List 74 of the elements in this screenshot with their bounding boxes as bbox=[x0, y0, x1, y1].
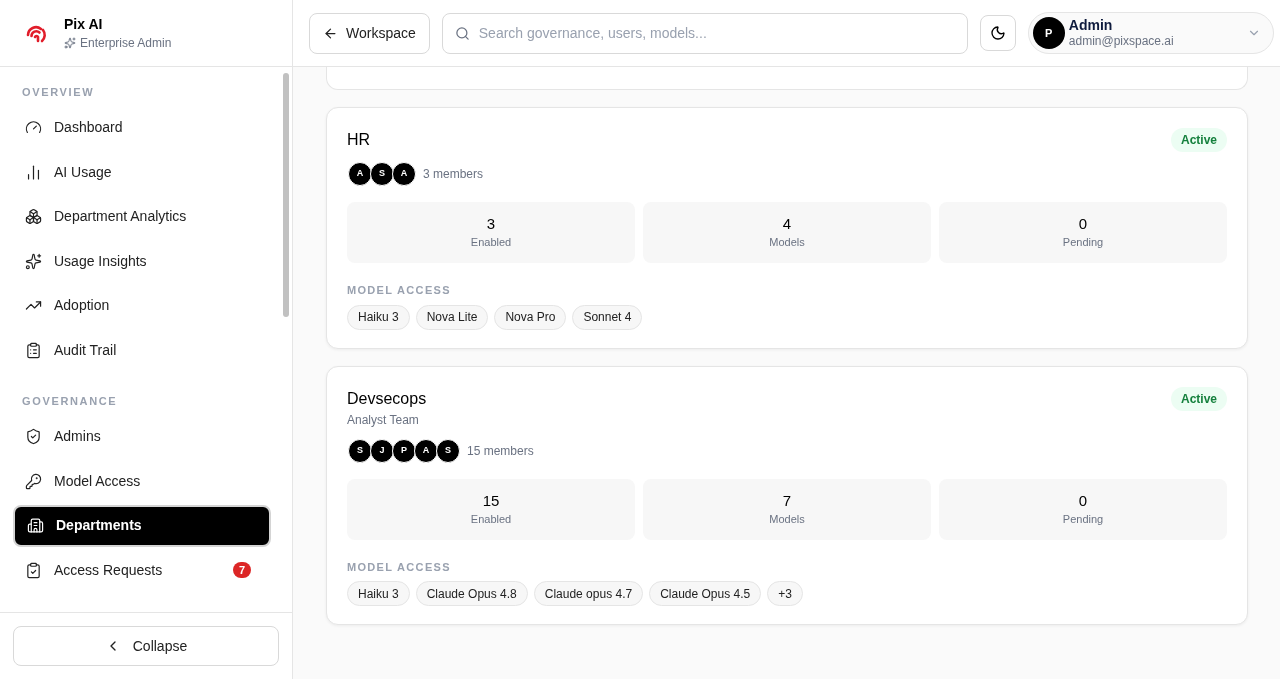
model-tag: Sonnet 4 bbox=[572, 304, 643, 330]
member-avatar: S bbox=[436, 438, 460, 463]
member-avatar: S bbox=[370, 162, 394, 186]
member-count: 15 members bbox=[467, 442, 534, 460]
stat-label: Models bbox=[769, 511, 805, 527]
shield-icon bbox=[25, 428, 42, 445]
stat-label: Pending bbox=[1062, 235, 1104, 251]
member-avatar: P bbox=[392, 438, 416, 463]
sidebar-item[interactable]: Admins bbox=[13, 415, 271, 458]
model-tag: Haiku 3 bbox=[347, 304, 410, 330]
model-tag: Nova Lite bbox=[415, 304, 489, 330]
model-tag: Claude opus 4.7 bbox=[533, 581, 644, 606]
key-icon bbox=[25, 472, 42, 490]
stat-value: 4 bbox=[782, 214, 792, 235]
sidebar-item[interactable]: Adoption bbox=[13, 284, 271, 327]
stat-value: 0 bbox=[1078, 214, 1088, 235]
search-field[interactable]: Search governance, users, models... bbox=[441, 12, 968, 54]
model-tag: Nova Pro bbox=[494, 304, 567, 330]
bar-chart-icon bbox=[25, 163, 42, 181]
section-heading: MODEL ACCESS bbox=[347, 559, 452, 575]
user-menu[interactable]: P Admin admin@pixspace.ai bbox=[1027, 12, 1274, 54]
theme-toggle-button[interactable] bbox=[979, 15, 1016, 51]
clipboard-icon bbox=[25, 341, 42, 359]
count-badge: 7 bbox=[232, 562, 251, 578]
sidebar-item[interactable]: AI Usage bbox=[13, 151, 271, 193]
sidebar-item[interactable]: Departments bbox=[13, 504, 271, 547]
model-tag: Claude Opus 4.8 bbox=[415, 581, 528, 606]
stat-label: Enabled bbox=[470, 235, 512, 251]
stat-value: 7 bbox=[782, 490, 792, 511]
model-tag: Claude Opus 4.5 bbox=[649, 581, 762, 606]
back-button[interactable]: Workspace bbox=[309, 12, 430, 54]
department-name: HR bbox=[347, 130, 371, 150]
sidebar-item[interactable]: Dashboard bbox=[13, 106, 271, 149]
member-avatar: S bbox=[348, 438, 372, 463]
sidebar-item[interactable]: Model Access bbox=[13, 460, 271, 502]
member-avatar: A bbox=[348, 162, 372, 186]
status-badge: Active bbox=[1170, 128, 1227, 152]
moon-icon bbox=[989, 25, 1006, 41]
model-tag: +3 bbox=[767, 581, 803, 606]
user-email: admin@pixspace.ai bbox=[1068, 33, 1174, 49]
sparkles-icon bbox=[25, 252, 42, 270]
member-avatar: J bbox=[370, 438, 394, 463]
member-avatar: A bbox=[414, 438, 438, 463]
stat-value: 0 bbox=[1078, 490, 1088, 511]
sidebar-item[interactable]: Department Analytics bbox=[13, 195, 271, 238]
stat-value: 3 bbox=[486, 214, 496, 235]
stat-label: Enabled bbox=[470, 511, 512, 527]
boxes-icon bbox=[25, 208, 42, 225]
member-count: 3 members bbox=[423, 166, 484, 183]
member-avatar: A bbox=[392, 162, 416, 186]
department-name: Devsecops bbox=[347, 388, 427, 409]
sidebar-item[interactable]: Usage Insights bbox=[13, 240, 271, 282]
building-icon bbox=[27, 517, 44, 534]
brand-name: Pix AI bbox=[64, 15, 104, 34]
section-heading: MODEL ACCESS bbox=[347, 283, 452, 298]
stat-label: Pending bbox=[1062, 511, 1104, 527]
user-name: Admin bbox=[1068, 17, 1113, 33]
stat-value: 15 bbox=[482, 490, 500, 511]
sidebar-item[interactable]: Audit Trail bbox=[13, 329, 271, 371]
sparkles-icon bbox=[64, 37, 76, 49]
section-heading: GOVERNANCE bbox=[21, 394, 119, 409]
collapse-button[interactable]: Collapse bbox=[13, 626, 279, 666]
section-heading: OVERVIEW bbox=[21, 85, 96, 100]
status-badge: Active bbox=[1170, 386, 1227, 411]
user-avatar: P bbox=[1032, 17, 1065, 49]
clipboard-check-icon bbox=[25, 561, 42, 579]
search-icon bbox=[454, 25, 470, 41]
team-name: Analyst Team bbox=[347, 411, 420, 429]
brand-subtitle: Enterprise Admin bbox=[80, 35, 172, 52]
sidebar-item[interactable]: Access Requests 7 bbox=[13, 549, 271, 591]
stat-label: Models bbox=[769, 235, 805, 251]
gauge-icon bbox=[25, 119, 42, 136]
scrollbar-thumb[interactable] bbox=[283, 73, 289, 317]
model-tag: Haiku 3 bbox=[347, 581, 410, 606]
